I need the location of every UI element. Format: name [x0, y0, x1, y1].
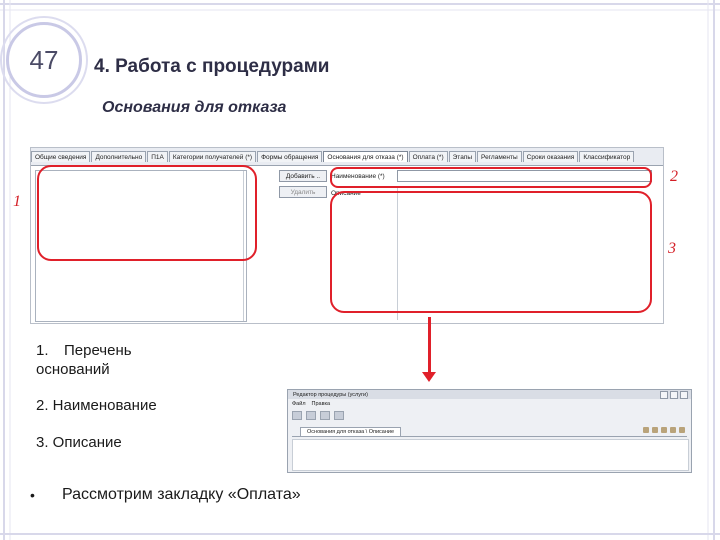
- tab-bar: Общие сведения Дополнительно П1А Категор…: [31, 151, 663, 165]
- list-item-1-line2: оснований: [36, 361, 110, 378]
- window-controls: [660, 391, 688, 399]
- mini-menu-bar: Файл Правка: [292, 401, 330, 407]
- list-item-3: 3. Описание: [36, 434, 122, 451]
- mini-tab[interactable]: Основания для отказа \ Описание: [300, 427, 402, 436]
- callout-box-name: [330, 167, 652, 188]
- arrow-down-icon: [422, 372, 436, 382]
- tab-request-forms[interactable]: Формы обращения: [257, 151, 323, 162]
- slide-number: 47: [6, 22, 82, 98]
- bullet-text: Рассмотрим закладку «Оплата»: [62, 486, 301, 503]
- tab-deadlines[interactable]: Сроки оказания: [522, 151, 579, 162]
- action-icon-1[interactable]: [643, 427, 649, 433]
- mini-tab-row: Основания для отказа \ Описание: [292, 426, 687, 437]
- menu-item-edit[interactable]: Правка: [312, 401, 331, 407]
- tab-p1a[interactable]: П1А: [147, 151, 168, 162]
- toolbar-icon-2[interactable]: [306, 411, 316, 420]
- toolbar-icon-1[interactable]: [292, 411, 302, 420]
- maximize-icon[interactable]: [670, 391, 678, 399]
- action-icon-2[interactable]: [652, 427, 658, 433]
- list-item-1-number: 1.: [36, 342, 49, 359]
- tab-general[interactable]: Общие сведения: [31, 151, 91, 162]
- slide-title: 4. Работа с процедурами: [94, 56, 330, 77]
- callout-box-description: [330, 191, 652, 313]
- tab-payment[interactable]: Оплата (*): [408, 151, 448, 162]
- toolbar-icon-3[interactable]: [320, 411, 330, 420]
- action-icon-4[interactable]: [670, 427, 676, 433]
- slide-frame-bottom: [0, 533, 720, 535]
- callout-box-list: [37, 165, 257, 261]
- delete-button[interactable]: Удалить: [279, 186, 327, 198]
- add-button[interactable]: Добавить ..: [279, 170, 327, 182]
- tab-regulations[interactable]: Регламенты: [477, 151, 522, 162]
- callout-label-2: 2: [670, 168, 678, 185]
- mini-toolbar: [292, 411, 344, 420]
- mini-content-area: [292, 439, 689, 471]
- list-item-1-line1: Перечень: [64, 342, 132, 359]
- menu-item-file[interactable]: Файл: [292, 401, 306, 407]
- arrow-line: [428, 317, 431, 375]
- mini-window-titlebar: Редактор процедуры (услуги): [288, 390, 691, 399]
- slide-frame-top: [0, 3, 720, 11]
- callout-label-1: 1: [13, 193, 21, 210]
- mini-action-icons: [643, 427, 685, 433]
- slide-subtitle: Основания для отказа: [102, 99, 287, 116]
- mini-window-screenshot: Редактор процедуры (услуги) Файл Правка …: [287, 389, 692, 473]
- bullet-icon: •: [30, 487, 35, 503]
- minimize-icon[interactable]: [660, 391, 668, 399]
- callout-label-3: 3: [668, 240, 676, 257]
- tab-recipient-categories[interactable]: Категории получателей (*): [168, 151, 257, 162]
- tab-refusal-reasons[interactable]: Основания для отказа (*): [323, 151, 408, 162]
- toolbar-icon-4[interactable]: [334, 411, 344, 420]
- action-icon-3[interactable]: [661, 427, 667, 433]
- tab-stages[interactable]: Этапы: [448, 151, 477, 162]
- close-icon[interactable]: [680, 391, 688, 399]
- list-item-1: 1. Перечень оснований: [36, 341, 132, 379]
- mini-window-title: Редактор процедуры (услуги): [293, 391, 368, 398]
- tab-additional[interactable]: Дополнительно: [91, 151, 147, 162]
- list-item-2: 2. Наименование: [36, 397, 157, 414]
- tab-classifier[interactable]: Классификатор: [579, 151, 635, 162]
- action-icon-5[interactable]: [679, 427, 685, 433]
- slide-frame-right: [707, 0, 715, 540]
